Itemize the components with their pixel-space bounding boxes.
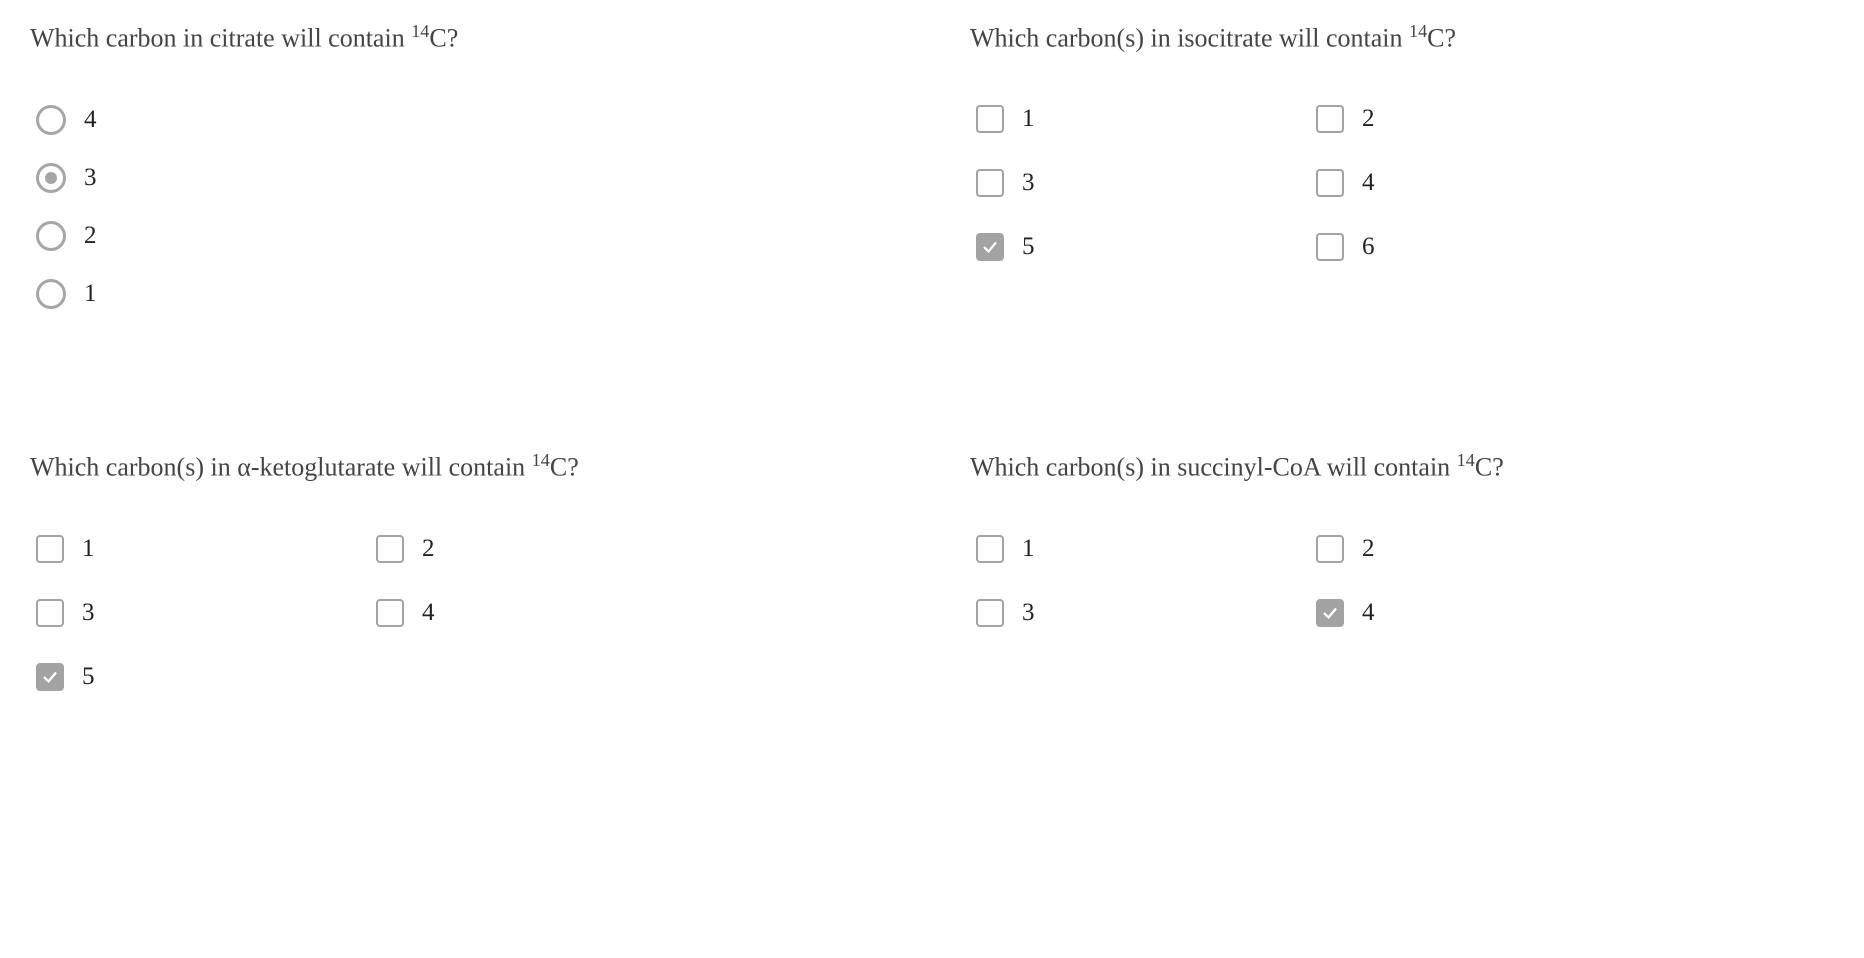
prompt-post: C? — [429, 24, 458, 53]
question-prompt: Which carbon in citrate will contain 14C… — [30, 20, 890, 55]
prompt-pre: Which carbon(s) in isocitrate will conta… — [970, 24, 1409, 53]
checkbox-option[interactable]: 3 — [976, 599, 1276, 627]
question-prompt: Which carbon(s) in α-ketoglutarate will … — [30, 449, 890, 484]
option-label: 3 — [82, 599, 95, 627]
checkbox-option[interactable]: 2 — [376, 535, 676, 563]
question-succinyl-coa: Which carbon(s) in succinyl-CoA will con… — [970, 449, 1830, 690]
option-label: 3 — [1022, 599, 1035, 627]
checkbox-icon — [1316, 599, 1344, 627]
option-label: 1 — [1022, 535, 1035, 563]
checkbox-icon — [976, 233, 1004, 261]
option-label: 1 — [1022, 105, 1035, 133]
checkbox-icon — [36, 599, 64, 627]
checkbox-icon — [1316, 535, 1344, 563]
option-label: 3 — [84, 164, 97, 192]
checkbox-option[interactable]: 4 — [1316, 599, 1616, 627]
option-label: 4 — [422, 599, 435, 627]
question-page: Which carbon in citrate will contain 14C… — [30, 20, 1830, 691]
option-label: 1 — [82, 535, 95, 563]
prompt-sup: 14 — [411, 21, 429, 41]
prompt-sup: 14 — [532, 450, 550, 470]
option-label: 2 — [1362, 105, 1375, 133]
option-label: 5 — [1022, 233, 1035, 261]
option-label: 4 — [1362, 169, 1375, 197]
checkbox-option[interactable]: 1 — [36, 535, 336, 563]
radio-option[interactable]: 4 — [36, 105, 890, 135]
checkbox-icon — [976, 169, 1004, 197]
question-prompt: Which carbon(s) in isocitrate will conta… — [970, 20, 1830, 55]
option-label: 4 — [1362, 599, 1375, 627]
checkbox-option[interactable]: 1 — [976, 105, 1276, 133]
option-label: 4 — [84, 106, 97, 134]
option-label: 6 — [1362, 233, 1375, 261]
option-label: 2 — [422, 535, 435, 563]
question-citrate: Which carbon in citrate will contain 14C… — [30, 20, 890, 309]
option-label: 2 — [1362, 535, 1375, 563]
radio-icon — [36, 105, 66, 135]
radio-icon — [36, 221, 66, 251]
checkbox-icon — [976, 105, 1004, 133]
prompt-pre: Which carbon(s) in succinyl-CoA will con… — [970, 453, 1457, 482]
radio-icon — [36, 279, 66, 309]
checkbox-icon — [376, 599, 404, 627]
question-prompt: Which carbon(s) in succinyl-CoA will con… — [970, 449, 1830, 484]
checkbox-option[interactable]: 6 — [1316, 233, 1616, 261]
prompt-sup: 14 — [1457, 450, 1475, 470]
checkbox-icon — [1316, 105, 1344, 133]
radio-option[interactable]: 1 — [36, 279, 890, 309]
checkbox-option[interactable]: 5 — [976, 233, 1276, 261]
checkbox-icon — [976, 535, 1004, 563]
prompt-sup: 14 — [1409, 21, 1427, 41]
option-label: 3 — [1022, 169, 1035, 197]
checkbox-icon — [36, 663, 64, 691]
checkbox-icon — [36, 535, 64, 563]
prompt-pre: Which carbon in citrate will contain — [30, 24, 411, 53]
option-label: 5 — [82, 663, 95, 691]
checkbox-option[interactable]: 4 — [1316, 169, 1616, 197]
option-grid: 1 2 3 4 — [970, 535, 1830, 627]
checkbox-icon — [1316, 169, 1344, 197]
checkbox-option[interactable]: 1 — [976, 535, 1276, 563]
checkbox-option[interactable]: 5 — [36, 663, 336, 691]
option-label: 1 — [84, 280, 97, 308]
radio-icon — [36, 163, 66, 193]
checkbox-option[interactable]: 4 — [376, 599, 676, 627]
checkbox-option[interactable]: 3 — [976, 169, 1276, 197]
prompt-post: C? — [1475, 453, 1504, 482]
question-isocitrate: Which carbon(s) in isocitrate will conta… — [970, 20, 1830, 309]
checkbox-icon — [1316, 233, 1344, 261]
checkbox-option[interactable]: 2 — [1316, 535, 1616, 563]
option-grid: 1 2 3 4 5 — [30, 535, 890, 691]
checkbox-icon — [376, 535, 404, 563]
option-label: 2 — [84, 222, 97, 250]
checkbox-option[interactable]: 3 — [36, 599, 336, 627]
radio-option[interactable]: 2 — [36, 221, 890, 251]
prompt-post: C? — [550, 453, 579, 482]
prompt-pre: Which carbon(s) in α-ketoglutarate will … — [30, 453, 532, 482]
option-list: 4 3 2 1 — [30, 105, 890, 309]
checkbox-option[interactable]: 2 — [1316, 105, 1616, 133]
checkbox-icon — [976, 599, 1004, 627]
question-alpha-ketoglutarate: Which carbon(s) in α-ketoglutarate will … — [30, 449, 890, 690]
prompt-post: C? — [1427, 24, 1456, 53]
radio-option[interactable]: 3 — [36, 163, 890, 193]
option-grid: 1 2 3 4 5 6 — [970, 105, 1830, 261]
